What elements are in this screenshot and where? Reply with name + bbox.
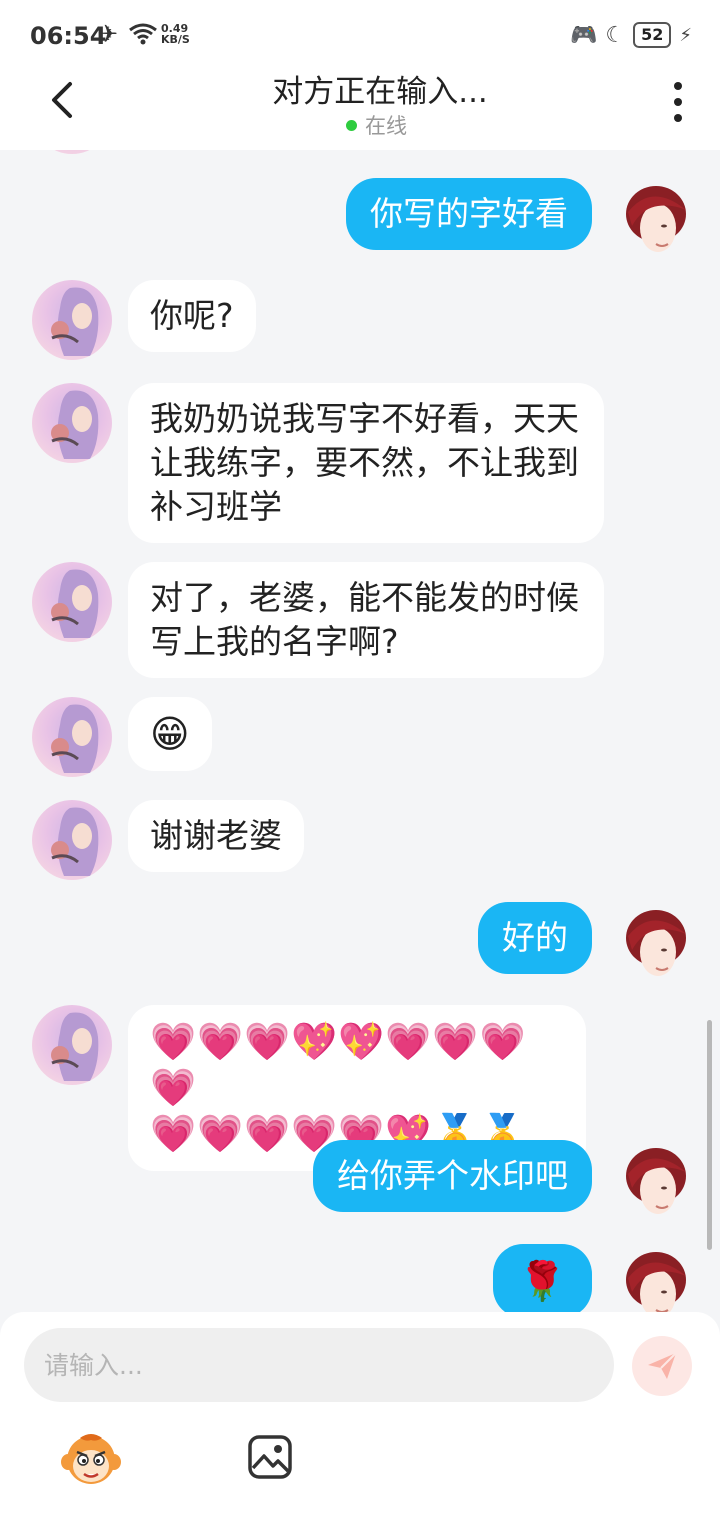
- received-message-bubble[interactable]: 你呢?: [128, 280, 256, 352]
- emoji-line: 💗💗💗💖💖💗💗💗💗: [150, 1020, 527, 1109]
- send-icon: [648, 1352, 677, 1379]
- contact-avatar[interactable]: [32, 562, 112, 642]
- received-message-bubble[interactable]: 我奶奶说我写字不好看，天天让我练字，要不然，不让我到补习班学: [128, 383, 604, 543]
- user-avatar[interactable]: [612, 1144, 692, 1224]
- contact-avatar-image: [51, 390, 99, 459]
- user-avatar-image: [626, 1148, 686, 1214]
- contact-avatar[interactable]: [32, 280, 112, 360]
- contact-avatar-image: [51, 807, 99, 876]
- monkey-sticker-icon[interactable]: [60, 1432, 122, 1488]
- dot-icon: [674, 82, 682, 90]
- charging-icon: ⚡: [679, 24, 692, 46]
- online-status-label: 在线: [365, 114, 407, 138]
- contact-avatar[interactable]: [32, 697, 112, 777]
- contact-avatar-image: [51, 1012, 99, 1081]
- user-avatar[interactable]: [612, 906, 692, 986]
- user-avatar-image: [626, 1252, 686, 1315]
- contact-avatar[interactable]: [32, 383, 112, 463]
- sent-emoji-bubble[interactable]: 🌹: [492, 1244, 592, 1315]
- airplane-icon: ✈: [98, 20, 119, 48]
- contact-avatar[interactable]: [32, 1005, 112, 1085]
- received-message-bubble[interactable]: 对了，老婆，能不能发的时候写上我的名字啊?: [128, 562, 604, 678]
- network-speed: 0.49 KB/S: [161, 23, 190, 45]
- send-button[interactable]: [632, 1336, 692, 1396]
- contact-avatar[interactable]: [32, 150, 112, 154]
- contact-avatar[interactable]: [32, 800, 112, 880]
- sent-message-bubble[interactable]: 好的: [478, 902, 592, 974]
- dot-icon: [674, 114, 682, 122]
- moon-icon: ☾: [605, 22, 626, 48]
- user-avatar[interactable]: [612, 182, 692, 262]
- network-speed-unit: KB/S: [161, 33, 190, 46]
- contact-avatar-image: [51, 287, 99, 356]
- message-input[interactable]: [24, 1328, 614, 1402]
- wifi-icon: [129, 23, 157, 45]
- received-emoji-bubble[interactable]: 😁: [128, 697, 212, 771]
- user-avatar-image: [626, 186, 686, 252]
- online-status: 在线: [346, 110, 407, 140]
- chat-title: 对方正在输入...: [272, 74, 488, 110]
- received-message-bubble[interactable]: 谢谢老婆: [128, 800, 304, 872]
- status-time: 06:54: [30, 22, 107, 50]
- battery-indicator: 52: [633, 22, 672, 48]
- chat-header: 对方正在输入... 在线: [0, 60, 720, 150]
- composer: [0, 1312, 720, 1520]
- game-controller-icon: 🎮: [569, 22, 598, 48]
- contact-avatar-image: [51, 569, 99, 638]
- image-icon[interactable]: [247, 1434, 293, 1480]
- user-avatar-image: [626, 910, 686, 976]
- user-avatar[interactable]: [612, 1248, 692, 1315]
- scrollbar-thumb[interactable]: [707, 1020, 712, 1250]
- dot-icon: [674, 98, 682, 106]
- sent-message-bubble[interactable]: 你写的字好看: [346, 178, 592, 250]
- online-dot-icon: [346, 119, 357, 131]
- message-list[interactable]: 你写的字好看 你呢? 我奶奶说我写字不好看，天天让我练字，要不然，不让我到补习班…: [0, 150, 720, 1315]
- contact-avatar-image: [51, 704, 99, 773]
- more-options-button[interactable]: [672, 82, 684, 122]
- status-right: 🎮 ☾ 52 ⚡: [570, 22, 692, 48]
- sent-message-bubble[interactable]: 给你弄个水印吧: [313, 1140, 592, 1212]
